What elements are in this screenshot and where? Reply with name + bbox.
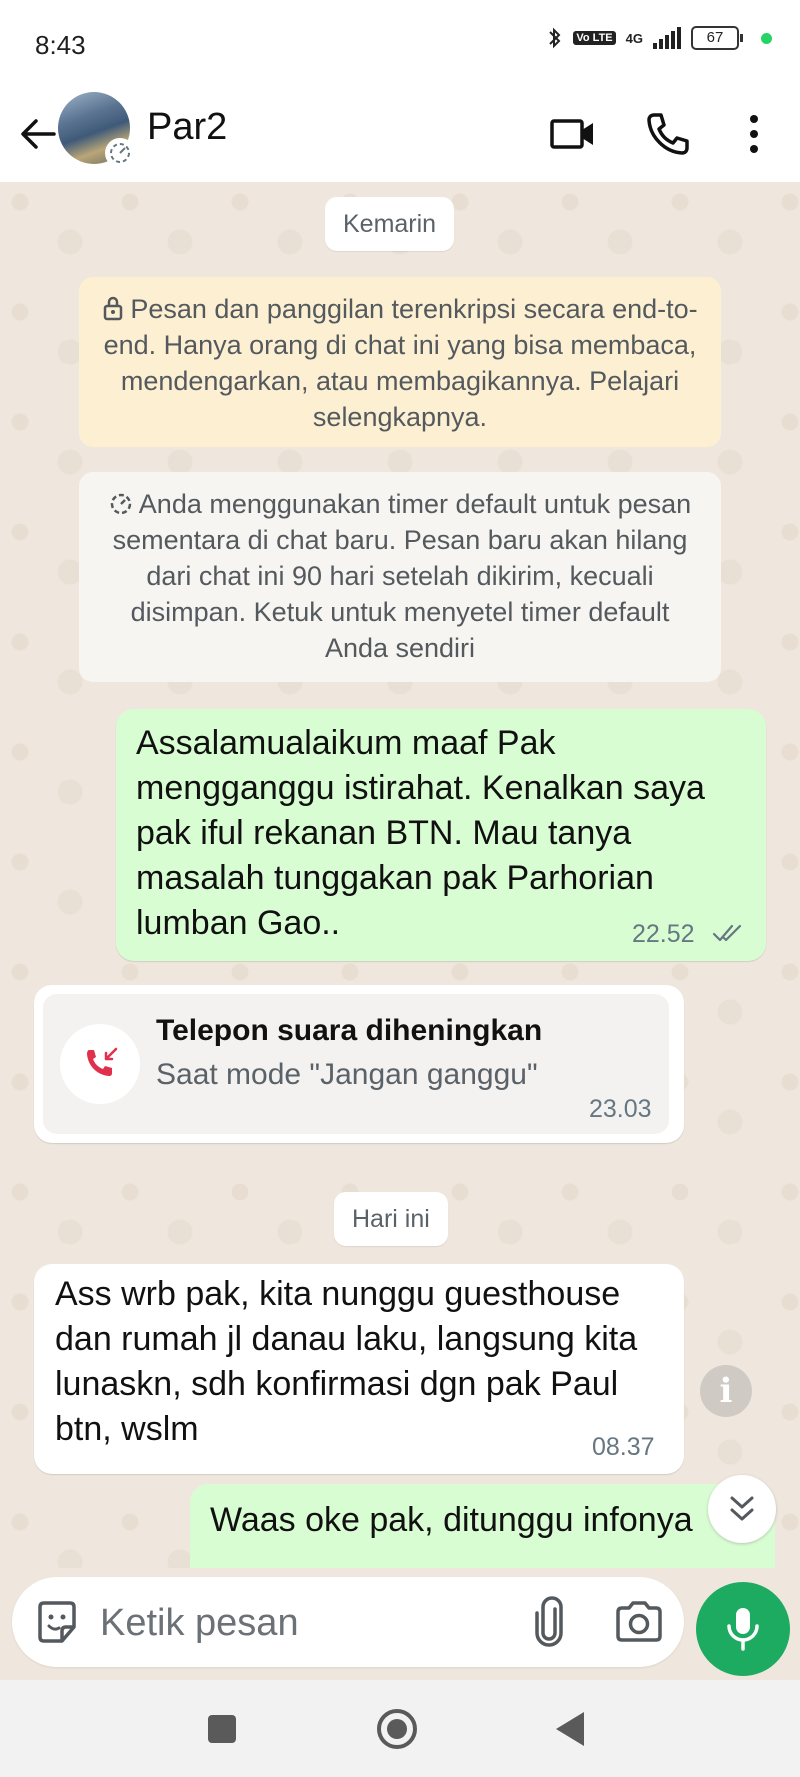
chat-area[interactable]: Kemarin Pesan dan panggilan terenkripsi … <box>0 182 800 1568</box>
voice-call-icon[interactable] <box>640 106 696 162</box>
missed-call-message[interactable]: Telepon suara diheningkan Saat mode "Jan… <box>34 985 684 1143</box>
encryption-notice-text: Pesan dan panggilan terenkripsi secara e… <box>103 294 698 432</box>
message-input[interactable] <box>98 1577 462 1669</box>
date-separator: Kemarin <box>325 197 455 251</box>
back-arrow-icon[interactable] <box>14 110 62 158</box>
network-type: 4G <box>625 30 643 46</box>
encryption-notice[interactable]: Pesan dan panggilan terenkripsi secara e… <box>79 277 721 447</box>
missed-call-card[interactable]: Telepon suara diheningkan Saat mode "Jan… <box>43 994 669 1134</box>
scroll-to-bottom-button[interactable] <box>708 1475 776 1543</box>
message-text: Ass wrb pak, kita nunggu guesthouse dan … <box>55 1275 638 1448</box>
message-time: 22.52 <box>632 920 695 948</box>
timer-icon <box>110 493 132 515</box>
more-options-icon[interactable] <box>726 106 782 162</box>
microphone-icon <box>727 1608 759 1651</box>
outgoing-message[interactable]: Assalamualaikum maaf Pak mengganggu isti… <box>116 709 766 961</box>
home-icon[interactable] <box>372 1704 422 1754</box>
sticker-emoji-icon[interactable] <box>32 1597 82 1647</box>
timer-notice-text: Anda menggunakan timer default untuk pes… <box>112 489 692 663</box>
battery-level: 67 <box>691 26 739 50</box>
volte-icon: Vo LTE <box>573 31 616 45</box>
camera-icon[interactable] <box>612 1595 666 1649</box>
date-separator: Hari ini <box>334 1192 448 1246</box>
status-icons: Vo LTE 4G 67 <box>547 26 772 50</box>
timer-notice[interactable]: Anda menggunakan timer default untuk pes… <box>79 472 721 682</box>
info-icon[interactable]: i <box>700 1365 752 1417</box>
message-text: Waas oke pak, ditunggu infonya <box>210 1501 693 1539</box>
message-time: 08.37 <box>592 1433 655 1461</box>
privacy-indicator-icon <box>761 32 772 44</box>
disappearing-timer-badge-icon <box>105 138 135 168</box>
missed-call-title: Telepon suara diheningkan <box>156 1014 543 1047</box>
bluetooth-icon <box>549 27 561 49</box>
chat-header: Par2 <box>0 86 800 182</box>
message-input-container <box>12 1577 684 1669</box>
voice-message-button[interactable] <box>696 1582 790 1676</box>
missed-call-icon-wrap <box>60 1024 140 1104</box>
lock-icon <box>104 296 123 321</box>
missed-call-icon <box>87 1047 118 1076</box>
system-navigation-bar <box>0 1680 800 1777</box>
status-bar: 8:43 Vo LTE 4G 67 <box>0 0 800 86</box>
contact-name[interactable]: Par2 <box>147 106 227 149</box>
attach-paperclip-icon[interactable] <box>522 1595 576 1649</box>
signal-icon <box>653 27 681 49</box>
video-call-icon[interactable] <box>544 106 600 162</box>
recent-apps-icon[interactable] <box>197 1704 247 1754</box>
outgoing-message[interactable]: Waas oke pak, ditunggu infonya <box>190 1484 775 1568</box>
message-text: Assalamualaikum maaf Pak mengganggu isti… <box>136 724 705 942</box>
battery-icon: 67 <box>691 26 743 50</box>
input-bar <box>0 1568 800 1680</box>
incoming-message[interactable]: Ass wrb pak, kita nunggu guesthouse dan … <box>34 1264 684 1474</box>
missed-call-subtitle: Saat mode "Jangan ganggu" <box>156 1058 538 1091</box>
back-nav-icon[interactable] <box>546 1704 596 1754</box>
message-time: 23.03 <box>589 1095 652 1123</box>
status-time: 8:43 <box>35 30 86 60</box>
double-check-icon <box>712 924 742 942</box>
double-chevron-down-icon <box>730 1496 754 1521</box>
